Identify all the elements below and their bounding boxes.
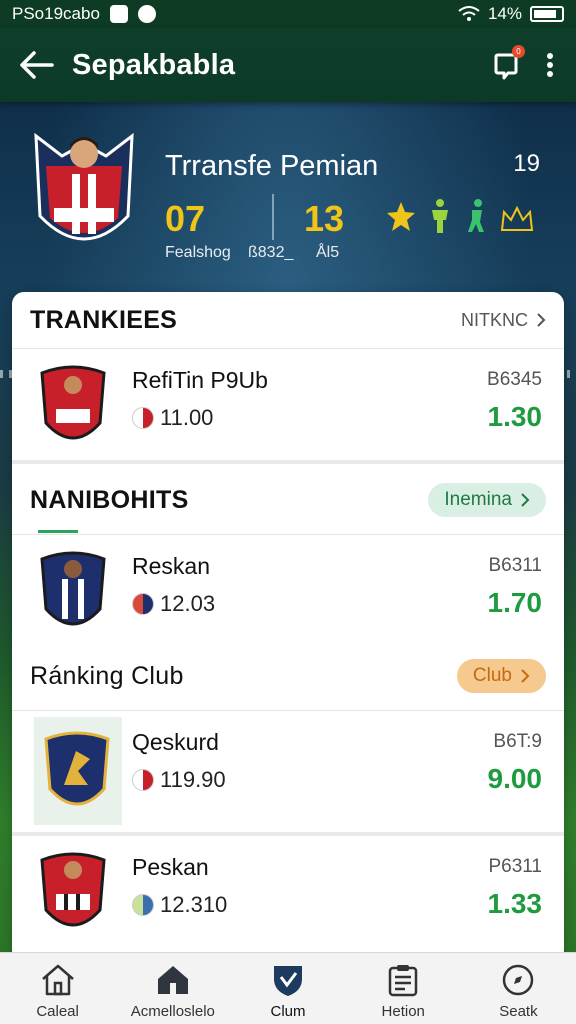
- runner-figure-icon: [468, 199, 484, 232]
- hero-sub-left: Fealshog: [165, 244, 231, 261]
- section-header-trainees: TRANKIEES NITKNC: [12, 292, 564, 348]
- player-value: 12.310: [160, 892, 228, 917]
- clipboard-icon: [388, 965, 418, 997]
- player-code: P6311: [488, 856, 542, 877]
- hero-sub-mid: ß832_: [248, 244, 294, 261]
- player-value: 11.00: [160, 405, 214, 430]
- flag-icon: [132, 769, 154, 791]
- chevron-right-icon: [521, 493, 530, 507]
- club-rating: 9.00: [487, 763, 543, 794]
- club-code: B6T:9: [493, 731, 542, 752]
- club-badge-icon: [40, 551, 106, 626]
- club-crest-player-image[interactable]: [32, 126, 136, 256]
- bottom-navigation: Caleal Acmelloslelo Clum Hetion Seatk: [0, 952, 576, 1024]
- club-crest-icon: [44, 731, 110, 806]
- home-icon: [41, 964, 74, 996]
- flag-icon: [132, 593, 154, 615]
- app-bar: Sepakbabla 0: [0, 28, 576, 102]
- pill-label: Inemina: [444, 489, 512, 510]
- section-header-ranking-club: Ránking Club Club: [12, 648, 564, 704]
- sync-icon: [137, 5, 156, 23]
- hero-divider: [272, 194, 274, 240]
- notification-badge: 0: [512, 45, 525, 58]
- club-name: Qeskurd: [132, 729, 219, 755]
- rankings-card: TRANKIEES NITKNC RefiTin P9Ub 11.00 B634…: [12, 292, 564, 962]
- nav-item-clum[interactable]: Clum: [230, 953, 345, 1024]
- back-arrow-icon: [20, 51, 54, 79]
- hero-figures: [386, 198, 534, 234]
- status-time: PSo19cabo: [12, 4, 100, 23]
- battery-icon: [530, 6, 564, 22]
- nav-item-acmelloslelo[interactable]: Acmelloslelo: [115, 953, 230, 1024]
- hero-stat-left: 07: [165, 198, 206, 239]
- nav-label: Seatk: [499, 1003, 538, 1020]
- nav-label: Caleal: [36, 1003, 79, 1020]
- status-bar: PSo19cabo 14%: [0, 0, 576, 28]
- player-rating: 1.33: [487, 888, 543, 919]
- section-title: TRANKIEES: [30, 305, 178, 334]
- chevron-right-icon: [537, 313, 546, 327]
- list-item[interactable]: RefiTin P9Ub 11.00 B6345 1.30: [12, 348, 564, 460]
- section-accent-line: [38, 530, 78, 533]
- compass-icon: [503, 964, 534, 996]
- player-code: B6311: [488, 555, 542, 576]
- section-link[interactable]: NITKNC: [461, 310, 546, 331]
- nav-label: Hetion: [381, 1003, 425, 1020]
- battery-percent: 14%: [487, 4, 522, 23]
- pill-label: Club: [472, 665, 512, 686]
- more-vert-icon[interactable]: [546, 52, 554, 78]
- hero-sub-right: Ål5: [316, 244, 340, 261]
- app-title: Sepakbabla: [72, 48, 236, 81]
- list-item[interactable]: Peskan 12.310 P6311 1.33: [12, 836, 564, 948]
- hero-stat-right: 13: [304, 198, 345, 239]
- nav-item-caleal[interactable]: Caleal: [0, 953, 115, 1024]
- club-badge-icon: [40, 852, 106, 927]
- club-badge-icon: [40, 365, 106, 440]
- notification-app-icon: [109, 5, 128, 23]
- list-item[interactable]: Qeskurd 119.90 B6T:9 9.00: [12, 710, 564, 825]
- player-rating: 1.30: [487, 401, 543, 432]
- section-title: NANIBOHITS: [30, 485, 189, 514]
- club-value: 119.90: [160, 767, 226, 792]
- section-header-nanibohits: NANIBOHITS Inemina: [12, 472, 564, 528]
- player-figure-icon: [432, 199, 448, 233]
- shield-icon: [274, 966, 302, 996]
- chevron-right-icon: [521, 669, 530, 683]
- flag-icon: [132, 407, 154, 429]
- player-code: B6345: [487, 369, 542, 390]
- hero-count: 19: [513, 150, 540, 177]
- crown-icon: [500, 205, 534, 231]
- nav-label: Acmelloslelo: [130, 1003, 215, 1020]
- nav-label: Clum: [270, 1003, 306, 1020]
- player-rating: 1.70: [487, 587, 543, 618]
- hero-title: Trransfe Pemian: [165, 150, 379, 182]
- section-divider: [12, 460, 564, 464]
- section-link-label: NITKNC: [461, 309, 528, 330]
- nav-item-hetion[interactable]: Hetion: [346, 953, 461, 1024]
- player-value: 12.03: [160, 591, 216, 616]
- player-name: Peskan: [132, 854, 209, 880]
- section-title: Ránking Club: [30, 661, 184, 690]
- club-pill-button[interactable]: Club: [456, 659, 546, 693]
- list-item[interactable]: Reskan 12.03 B6311 1.70: [12, 534, 564, 646]
- house-filled-icon: [157, 966, 188, 994]
- player-name: Reskan: [132, 553, 210, 579]
- player-name: RefiTin P9Ub: [132, 367, 268, 393]
- flag-icon: [132, 894, 154, 916]
- wifi-icon: [458, 6, 480, 21]
- back-button[interactable]: [0, 28, 72, 102]
- notifications-button[interactable]: 0: [490, 45, 525, 81]
- hero-banner: Trransfe Pemian 19 07 13 Fealshog ß832_ …: [0, 102, 576, 292]
- incoming-pill-button[interactable]: Inemina: [428, 483, 546, 517]
- star-player-icon: [387, 202, 415, 231]
- nav-item-seatk[interactable]: Seatk: [461, 953, 576, 1024]
